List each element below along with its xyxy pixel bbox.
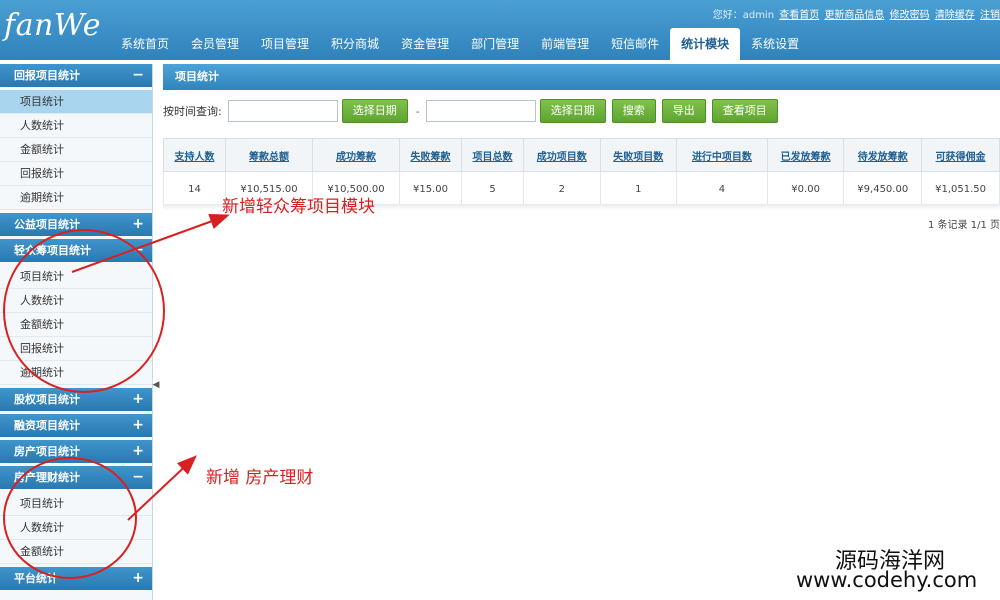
section-title: 轻众筹项目统计 bbox=[14, 244, 91, 257]
table-cell: ¥1,051.50 bbox=[921, 171, 1000, 207]
link-view-home[interactable]: 查看首页 bbox=[779, 10, 819, 21]
user-greeting: 您好：admin bbox=[712, 10, 775, 21]
sidebar-item-amount-stats[interactable]: 金额统计 bbox=[0, 138, 152, 162]
nav-system-settings[interactable]: 系统设置 bbox=[740, 28, 810, 60]
nav-frontend-management[interactable]: 前端管理 bbox=[530, 28, 600, 60]
table-header-row: 支持人数 筹款总额 成功筹款 失败筹款 项目总数 成功项目数 失败项目数 进行中… bbox=[162, 138, 1000, 172]
sidebar-item-reward-stats[interactable]: 回报统计 bbox=[0, 337, 152, 361]
section-title: 公益项目统计 bbox=[14, 218, 80, 231]
annotation-note-light-crowdfunding: 新增轻众筹项目模块 bbox=[222, 197, 375, 217]
expand-icon[interactable]: + bbox=[132, 440, 144, 463]
column-header[interactable]: 失败项目数 bbox=[599, 138, 677, 172]
column-header[interactable]: 支持人数 bbox=[162, 138, 227, 172]
date-range-separator: - bbox=[415, 104, 420, 118]
section-title: 平台统计 bbox=[14, 572, 58, 585]
expand-icon[interactable]: + bbox=[132, 414, 144, 437]
link-update-goods[interactable]: 更新商品信息 bbox=[824, 10, 884, 21]
column-header[interactable]: 筹款总额 bbox=[225, 138, 313, 172]
sidebar-item-people-stats[interactable]: 人数统计 bbox=[0, 114, 152, 138]
expand-icon[interactable]: + bbox=[132, 567, 144, 590]
section-title: 房产项目统计 bbox=[14, 445, 80, 458]
sidebar-section-real-estate-finance-stats[interactable]: 房产理财统计 − bbox=[0, 466, 152, 489]
sidebar-item-people-stats[interactable]: 人数统计 bbox=[0, 289, 152, 313]
sidebar-item-amount-stats[interactable]: 金额统计 bbox=[0, 313, 152, 337]
link-logout[interactable]: 注销 bbox=[980, 10, 1000, 21]
sidebar-item-project-stats[interactable]: 项目统计 bbox=[0, 90, 152, 114]
section-title: 股权项目统计 bbox=[14, 393, 80, 406]
nav-statistics-module[interactable]: 统计模块 bbox=[670, 28, 741, 60]
sidebar-item-amount-stats[interactable]: 金额统计 bbox=[0, 540, 152, 564]
search-button[interactable]: 搜索 bbox=[611, 99, 656, 123]
table-cell: 4 bbox=[675, 171, 768, 207]
column-header[interactable]: 已发放筹款 bbox=[766, 138, 845, 172]
table-cell: 14 bbox=[162, 171, 227, 207]
table-cell: 2 bbox=[523, 171, 601, 207]
section-title: 融资项目统计 bbox=[14, 419, 80, 432]
sidebar-item-overdue-stats[interactable]: 逾期统计 bbox=[0, 186, 152, 210]
column-header[interactable]: 成功筹款 bbox=[312, 138, 400, 172]
column-header[interactable]: 待发放筹款 bbox=[843, 138, 923, 172]
section-title: 回报项目统计 bbox=[14, 69, 80, 82]
column-header[interactable]: 可获得佣金 bbox=[921, 138, 1000, 172]
top-bar: fanWe 您好：admin 查看首页 更新商品信息 修改密码 清除缓存 注销 … bbox=[0, 0, 1000, 60]
sidebar-section-platform-stats[interactable]: 平台统计 + bbox=[0, 567, 152, 590]
sidebar-section-charity-stats[interactable]: 公益项目统计 + bbox=[0, 213, 152, 236]
sidebar-section-equity-stats[interactable]: 股权项目统计 + bbox=[0, 388, 152, 411]
sidebar-item-people-stats[interactable]: 人数统计 bbox=[0, 516, 152, 540]
sidebar-item-reward-stats[interactable]: 回报统计 bbox=[0, 162, 152, 186]
table-cell: 5 bbox=[460, 171, 525, 207]
column-header[interactable]: 成功项目数 bbox=[523, 138, 601, 172]
panel-title: 项目统计 bbox=[163, 64, 1000, 90]
section-title: 房产理财统计 bbox=[14, 471, 80, 484]
collapse-icon[interactable]: − bbox=[132, 466, 144, 489]
expand-icon[interactable]: + bbox=[132, 213, 144, 236]
table-cell: ¥9,450.00 bbox=[843, 171, 923, 207]
link-change-password[interactable]: 修改密码 bbox=[890, 10, 930, 21]
sidebar-item-project-stats[interactable]: 项目统计 bbox=[0, 492, 152, 516]
nav-sms-email[interactable]: 短信邮件 bbox=[600, 28, 670, 60]
start-date-input[interactable] bbox=[227, 100, 338, 122]
collapse-icon[interactable]: − bbox=[132, 239, 144, 262]
sidebar-section-real-estate-stats[interactable]: 房产项目统计 + bbox=[0, 440, 152, 463]
sidebar-collapse-handle[interactable]: ◀ bbox=[152, 370, 160, 400]
end-date-input[interactable] bbox=[425, 100, 536, 122]
column-header[interactable]: 项目总数 bbox=[460, 138, 525, 172]
nav-funds-management[interactable]: 资金管理 bbox=[390, 28, 460, 60]
sidebar: 回报项目统计 − 项目统计 人数统计 金额统计 回报统计 逾期统计 公益项目统计… bbox=[0, 64, 153, 600]
collapse-icon[interactable]: − bbox=[132, 64, 144, 87]
column-header[interactable]: 失败筹款 bbox=[398, 138, 463, 172]
sidebar-item-project-stats[interactable]: 项目统计 bbox=[0, 265, 152, 289]
table-cell: ¥15.00 bbox=[398, 171, 463, 207]
view-projects-button[interactable]: 查看项目 bbox=[711, 99, 778, 123]
select-start-date-button[interactable]: 选择日期 bbox=[341, 99, 408, 123]
main-nav: 系统首页 会员管理 项目管理 积分商城 资金管理 部门管理 前端管理 短信邮件 … bbox=[110, 28, 810, 60]
time-filter-bar: 按时间查询: 选择日期 - 选择日期 搜索 导出 查看项目 bbox=[163, 97, 784, 125]
sidebar-section-light-crowdfunding-stats[interactable]: 轻众筹项目统计 − bbox=[0, 239, 152, 262]
nav-project-management[interactable]: 项目管理 bbox=[250, 28, 320, 60]
table-cell: 1 bbox=[599, 171, 677, 207]
nav-member-management[interactable]: 会员管理 bbox=[180, 28, 250, 60]
column-header[interactable]: 进行中项目数 bbox=[675, 138, 768, 172]
export-button[interactable]: 导出 bbox=[661, 99, 706, 123]
nav-department-management[interactable]: 部门管理 bbox=[460, 28, 530, 60]
table-cell: ¥0.00 bbox=[766, 171, 845, 207]
app-logo: fanWe bbox=[4, 8, 101, 43]
sidebar-section-financing-stats[interactable]: 融资项目统计 + bbox=[0, 414, 152, 437]
filter-label: 按时间查询: bbox=[163, 105, 222, 118]
user-bar: 您好：admin 查看首页 更新商品信息 修改密码 清除缓存 注销 bbox=[713, 6, 1000, 21]
sidebar-item-overdue-stats[interactable]: 逾期统计 bbox=[0, 361, 152, 385]
watermark-url: www.codehy.com bbox=[796, 568, 978, 592]
sidebar-section-reward-stats[interactable]: 回报项目统计 − bbox=[0, 64, 152, 87]
expand-icon[interactable]: + bbox=[132, 388, 144, 411]
nav-system-home[interactable]: 系统首页 bbox=[110, 28, 180, 60]
nav-points-mall[interactable]: 积分商城 bbox=[320, 28, 390, 60]
annotation-note-real-estate-finance: 新增 房产理财 bbox=[206, 468, 314, 488]
select-end-date-button[interactable]: 选择日期 bbox=[539, 99, 606, 123]
pagination-info: 1 条记录 1/1 页 bbox=[928, 220, 1000, 231]
link-clear-cache[interactable]: 清除缓存 bbox=[935, 10, 975, 21]
